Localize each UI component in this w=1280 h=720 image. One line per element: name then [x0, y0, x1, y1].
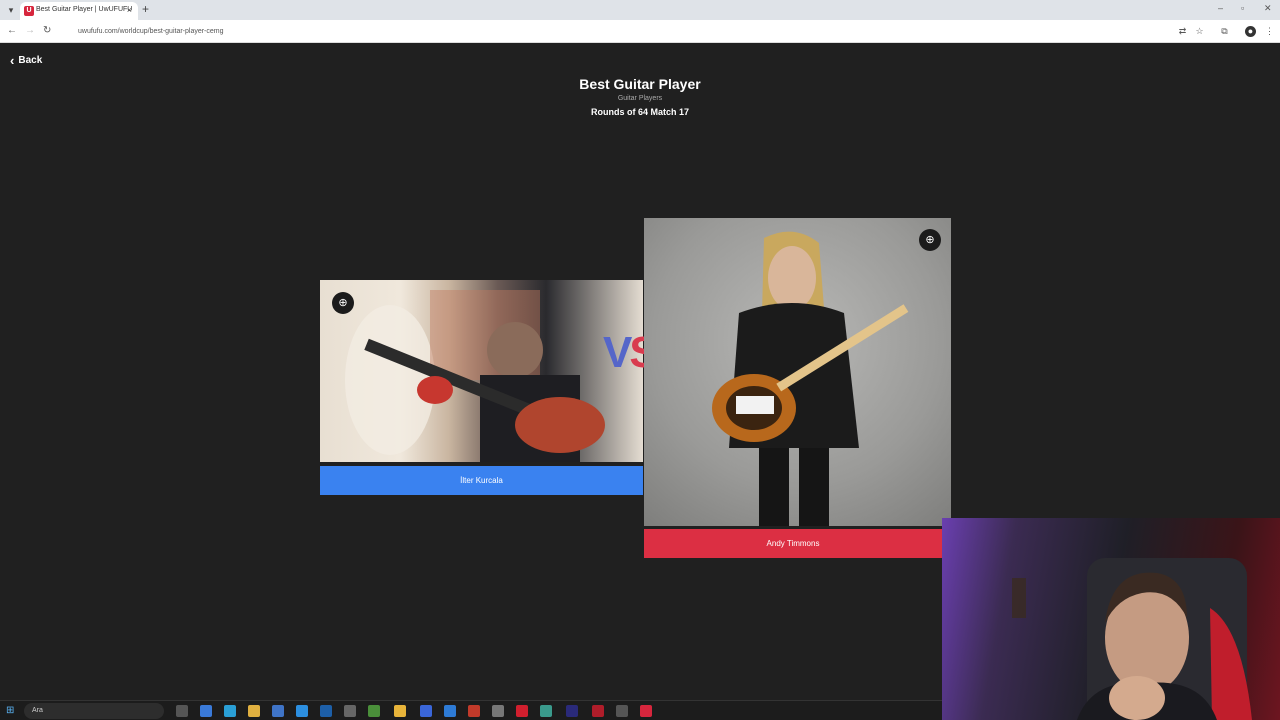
select-right-candidate-button[interactable]: Andy Timmons — [644, 529, 942, 558]
steam-icon[interactable] — [320, 705, 332, 717]
app-icon[interactable] — [200, 705, 212, 717]
restore-icon[interactable]: ▫ — [1241, 3, 1244, 13]
os-taskbar: ⊞ Ara — [0, 700, 942, 720]
zoom-in-icon[interactable]: ⊕ — [919, 229, 941, 251]
premiere-icon[interactable] — [566, 705, 578, 717]
webcam-overlay — [942, 518, 1280, 720]
app-icon[interactable] — [492, 705, 504, 717]
left-candidate-image[interactable]: ⊕ — [320, 280, 643, 462]
chrome-icon[interactable] — [394, 705, 406, 717]
back-button[interactable]: ‹ Back — [10, 53, 42, 68]
app-icon[interactable] — [616, 705, 628, 717]
app-icon[interactable] — [640, 705, 652, 717]
file-explorer-icon[interactable] — [248, 705, 260, 717]
select-left-candidate-button[interactable]: İlter Kurcala — [320, 466, 643, 495]
app-icon[interactable] — [368, 705, 380, 717]
browser-tab-bar: ▾ U Best Guitar Player | UwUFUFU × + – ▫… — [0, 0, 1280, 20]
zoom-app-icon[interactable] — [420, 705, 432, 717]
app-icon[interactable] — [444, 705, 456, 717]
edge-icon[interactable] — [224, 705, 236, 717]
new-tab-button[interactable]: + — [142, 2, 149, 16]
forward-arrow-icon[interactable]: → — [25, 25, 35, 36]
opera-icon[interactable] — [516, 705, 528, 717]
browser-menu-icon[interactable]: ⋮ — [1264, 26, 1275, 37]
tab-title: Best Guitar Player | UwUFUFU — [36, 6, 133, 13]
browser-tab[interactable]: U Best Guitar Player | UwUFUFU × — [20, 2, 138, 20]
minimize-icon[interactable]: – — [1218, 3, 1223, 13]
window-close-icon[interactable]: ✕ — [1264, 3, 1272, 14]
profile-avatar-icon[interactable]: ● — [1245, 26, 1256, 37]
back-label: Back — [18, 55, 43, 66]
guitarist-photo-left — [345, 290, 605, 462]
tab-close-icon[interactable]: × — [127, 5, 132, 15]
task-view-icon[interactable] — [176, 705, 188, 717]
translate-icon[interactable]: ⇄ — [1177, 26, 1188, 37]
page-subtitle: Guitar Players — [617, 95, 663, 102]
tab-list-chevron-icon[interactable]: ▾ — [4, 3, 18, 17]
address-bar: ← → ↻ uwufufu.com/worldcup/best-guitar-p… — [0, 20, 1280, 43]
streamer-webcam-feed — [1012, 558, 1252, 720]
uwufufu-favicon-icon: U — [24, 6, 34, 16]
app-icon[interactable] — [592, 705, 604, 717]
url-field[interactable]: uwufufu.com/worldcup/best-guitar-player-… — [70, 24, 1170, 39]
chevron-left-icon: ‹ — [10, 53, 15, 68]
mail-icon[interactable] — [296, 705, 308, 717]
windows-start-icon[interactable]: ⊞ — [6, 705, 18, 717]
app-icon[interactable] — [468, 705, 480, 717]
app-icon[interactable] — [344, 705, 356, 717]
store-icon[interactable] — [272, 705, 284, 717]
guitarist-photo-right — [712, 231, 909, 526]
round-indicator: Rounds of 64 Match 17 — [590, 107, 689, 117]
page-title: Best Guitar Player — [579, 76, 701, 92]
zoom-in-icon[interactable]: ⊕ — [332, 292, 354, 314]
right-candidate-image[interactable]: ⊕ — [644, 218, 951, 526]
versus-v: V — [603, 328, 632, 377]
extensions-icon[interactable]: ⧉ — [1219, 26, 1230, 37]
back-arrow-icon[interactable]: ← — [7, 25, 17, 36]
taskbar-search-input[interactable]: Ara — [24, 703, 164, 719]
app-icon[interactable] — [540, 705, 552, 717]
bookmark-star-icon[interactable]: ☆ — [1194, 26, 1205, 37]
reload-icon[interactable]: ↻ — [43, 25, 51, 36]
